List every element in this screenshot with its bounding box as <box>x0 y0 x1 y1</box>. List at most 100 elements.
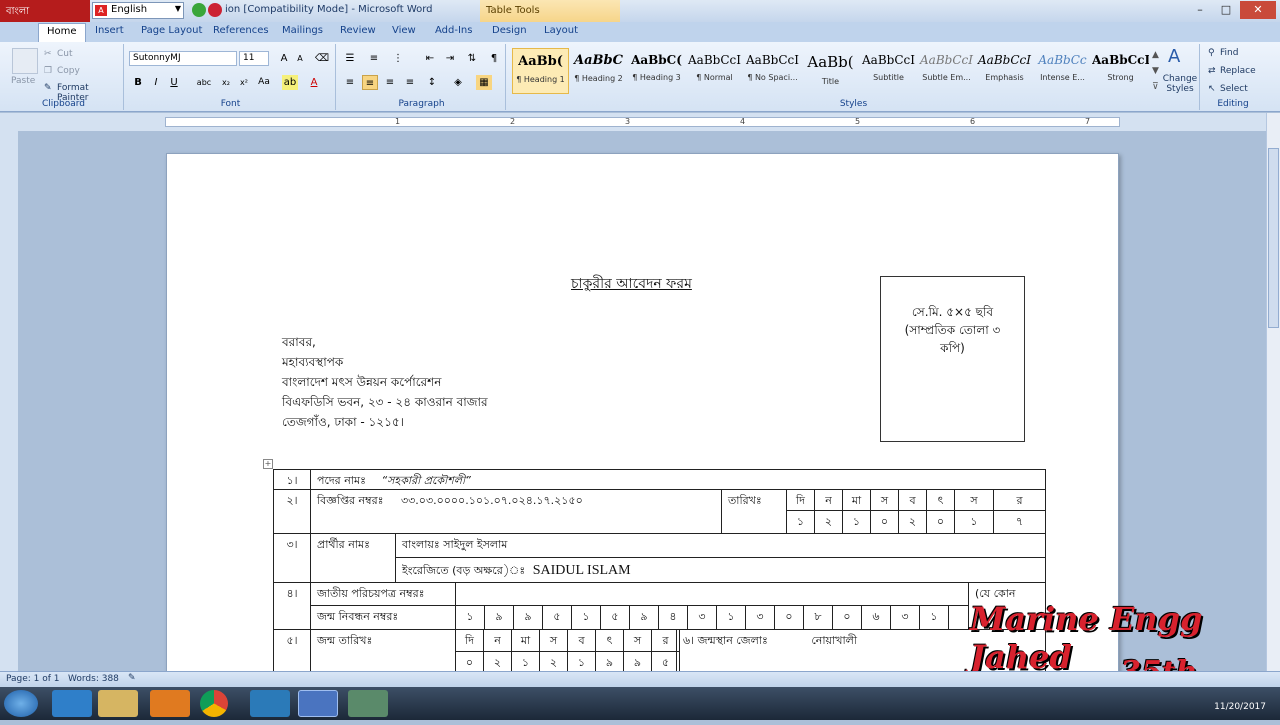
style-strong[interactable]: AaBbCcI Strong <box>1092 48 1149 94</box>
style-heading-1[interactable]: AaBb(¶ Heading 1 <box>512 48 569 94</box>
change-case-icon[interactable]: Aa <box>256 75 272 90</box>
title-bar: বাংলা A English ▼ ion [Compatibility Mod… <box>0 0 1280 22</box>
italic-icon[interactable]: I <box>148 75 164 90</box>
close-icon[interactable] <box>208 3 222 17</box>
name-english-value: SAIDUL ISLAM <box>532 563 631 578</box>
align-center-icon[interactable]: ≡ <box>362 75 378 90</box>
style-emphasis[interactable]: AaBbCcI Emphasis <box>976 48 1033 94</box>
address-line: বরাবর, <box>282 335 316 349</box>
tab-view[interactable]: View <box>392 25 416 36</box>
address-line: তেজগাঁও, ঢাকা - ১২১৫। <box>282 415 404 429</box>
vertical-scrollbar[interactable] <box>1266 113 1280 673</box>
replace-button[interactable]: Replace <box>1220 66 1256 76</box>
screen-capture-icon[interactable] <box>250 690 290 717</box>
styles-more-icon[interactable]: ⊽ <box>1152 82 1159 92</box>
strikethrough-icon[interactable]: abc <box>196 75 212 90</box>
change-styles-button[interactable]: Change Styles <box>1160 74 1200 94</box>
horizontal-ruler[interactable]: 1 2 3 4 5 6 7 <box>0 113 1280 131</box>
align-left-icon[interactable]: ≡ <box>342 75 358 90</box>
paste-icon[interactable] <box>12 48 38 74</box>
subscript-icon[interactable]: x₂ <box>218 75 234 90</box>
copy-button[interactable]: Copy <box>57 66 80 76</box>
decrease-indent-icon[interactable]: ⇤ <box>422 51 438 66</box>
select-button[interactable]: Select <box>1220 84 1248 94</box>
table-move-handle[interactable]: + <box>263 459 273 469</box>
address-line: বাংলাদেশ মৎস উন্নয়ন কর্পোরেশন <box>282 375 442 389</box>
file-explorer-icon[interactable] <box>98 690 138 717</box>
birthplace-label: ৬। জন্মস্থান জেলাঃ <box>683 634 768 647</box>
style-intense-emphasis[interactable]: AaBbCc Intense E... <box>1034 48 1091 94</box>
close-button[interactable]: ✕ <box>1240 1 1276 19</box>
style-normal[interactable]: AaBbCcI ¶ Normal <box>686 48 743 94</box>
ruler-number: 3 <box>625 117 631 126</box>
style-name: Title <box>821 77 840 86</box>
font-size-input[interactable]: 11 <box>239 51 269 66</box>
tab-page-layout[interactable]: Page Layout <box>141 25 202 36</box>
shrink-font-icon[interactable]: A <box>292 51 308 66</box>
bullets-icon[interactable]: ☰ <box>342 51 358 66</box>
style-subtitle[interactable]: AaBbCcI Subtitle <box>860 48 917 94</box>
find-button[interactable]: Find <box>1220 48 1238 58</box>
style-title[interactable]: AaBb(Title <box>802 48 859 94</box>
highlight-icon[interactable]: ab <box>282 75 298 90</box>
underline-icon[interactable]: U <box>166 75 182 90</box>
borders-icon[interactable]: ▦ <box>476 75 492 90</box>
change-styles-icon[interactable]: A <box>1168 46 1180 67</box>
style-heading-3[interactable]: AaBbC(¶ Heading 3 <box>628 48 685 94</box>
sort-icon[interactable]: ⇅ <box>464 51 480 66</box>
tab-review[interactable]: Review <box>340 25 376 36</box>
tab-insert[interactable]: Insert <box>95 25 124 36</box>
tab-mailings[interactable]: Mailings <box>282 25 323 36</box>
paste-button[interactable]: Paste <box>11 76 35 86</box>
bold-icon[interactable]: B <box>130 75 146 90</box>
styles-scroll-up-icon[interactable]: ▲ <box>1152 50 1159 60</box>
style-no-spacing[interactable]: AaBbCcI ¶ No Spaci... <box>744 48 801 94</box>
tab-design[interactable]: Design <box>492 25 527 36</box>
media-player-icon[interactable] <box>150 690 190 717</box>
font-color-icon[interactable]: A <box>306 75 322 90</box>
bangla-keyboard-indicator[interactable]: বাংলা <box>0 0 90 22</box>
image-viewer-icon[interactable] <box>348 690 388 717</box>
language-select[interactable]: A English ▼ <box>92 2 184 19</box>
tab-layout[interactable]: Layout <box>544 25 578 36</box>
word-taskbar-icon[interactable] <box>298 690 338 717</box>
minimize-button[interactable]: – <box>1188 1 1212 19</box>
post-name-label: পদের নামঃ <box>317 474 366 487</box>
scrollbar-thumb[interactable] <box>1268 148 1279 328</box>
style-heading-2[interactable]: AaBbC ¶ Heading 2 <box>570 48 627 94</box>
start-button[interactable] <box>4 690 38 717</box>
chrome-icon[interactable] <box>200 690 228 717</box>
check-icon[interactable] <box>192 3 206 17</box>
numbering-icon[interactable]: ≡ <box>366 51 382 66</box>
shading-icon[interactable]: ◈ <box>450 75 466 90</box>
style-name: Strong <box>1107 73 1134 82</box>
justify-icon[interactable]: ≡ <box>402 75 418 90</box>
tab-home[interactable]: Home <box>38 23 86 42</box>
align-right-icon[interactable]: ≡ <box>382 75 398 90</box>
maximize-button[interactable]: □ <box>1214 1 1238 19</box>
show-marks-icon[interactable]: ¶ <box>486 51 502 66</box>
proofing-icon[interactable]: ✎ <box>128 673 136 683</box>
font-name-input[interactable]: SutonnyMJ <box>129 51 237 66</box>
page-count[interactable]: Page: 1 of 1 <box>6 674 60 684</box>
grow-font-icon[interactable]: A <box>276 51 292 66</box>
system-clock[interactable]: 11/20/2017 <box>1214 691 1266 713</box>
tab-add-ins[interactable]: Add-Ins <box>435 25 472 36</box>
tab-references[interactable]: References <box>213 25 269 36</box>
multilevel-list-icon[interactable]: ⋮ <box>390 51 406 66</box>
styles-scroll-down-icon[interactable]: ▼ <box>1152 66 1159 76</box>
word-count[interactable]: Words: 388 <box>68 674 119 684</box>
increase-indent-icon[interactable]: ⇥ <box>442 51 458 66</box>
clear-formatting-icon[interactable]: ⌫ <box>314 51 330 66</box>
vertical-ruler[interactable] <box>0 131 18 671</box>
style-name: Emphasis <box>985 73 1024 82</box>
date-digit: ১ <box>786 510 815 534</box>
style-subtle-emphasis[interactable]: AaBbCcI Subtle Em... <box>918 48 975 94</box>
internet-explorer-icon[interactable] <box>52 690 92 717</box>
style-sample: AaBbCcI <box>1092 53 1149 67</box>
cut-button[interactable]: Cut <box>57 49 73 59</box>
document-page[interactable]: চাকুরীর আবেদন ফরম বরাবর, মহাব্যবস্থাপক ব… <box>166 153 1119 674</box>
superscript-icon[interactable]: x² <box>236 75 252 90</box>
dob-header: দি <box>455 629 484 652</box>
line-spacing-icon[interactable]: ↕ <box>424 75 440 90</box>
